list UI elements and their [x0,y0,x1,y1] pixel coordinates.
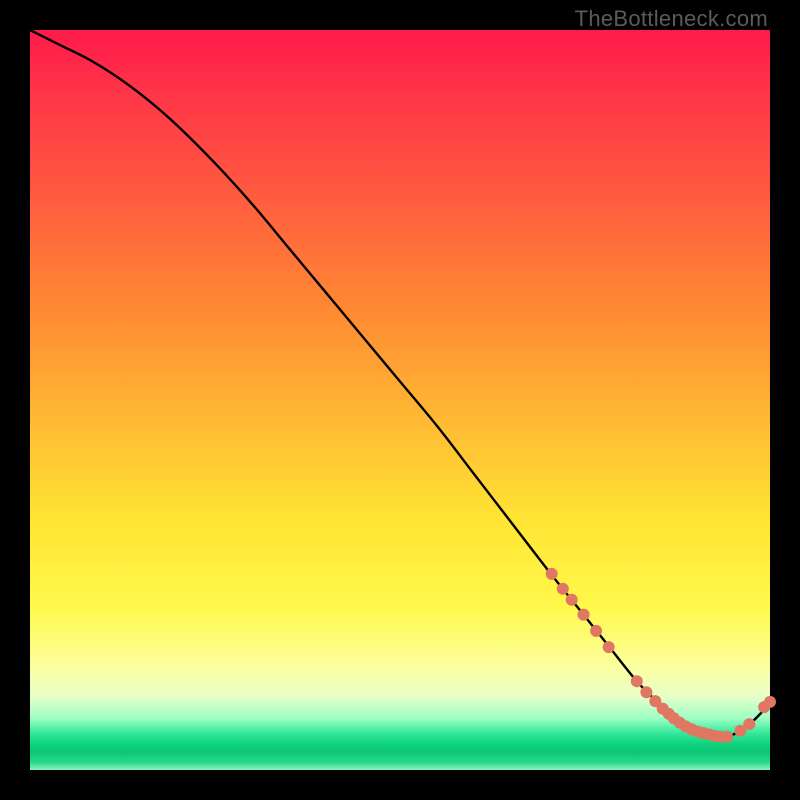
watermark-text: TheBottleneck.com [575,6,768,32]
curve-dots-group [546,568,776,743]
curve-dot [640,686,652,698]
bottleneck-curve [30,30,770,737]
chart-svg [30,30,770,770]
curve-dot [743,718,755,730]
curve-dot [566,594,578,606]
curve-dot [603,641,615,653]
plot-area [30,30,770,770]
curve-dot [764,696,776,708]
curve-dot [631,675,643,687]
curve-dot [546,568,558,580]
curve-dot [721,731,733,743]
curve-dot [557,583,569,595]
curve-dot [590,625,602,637]
curve-dot [578,609,590,621]
chart-frame: TheBottleneck.com [0,0,800,800]
